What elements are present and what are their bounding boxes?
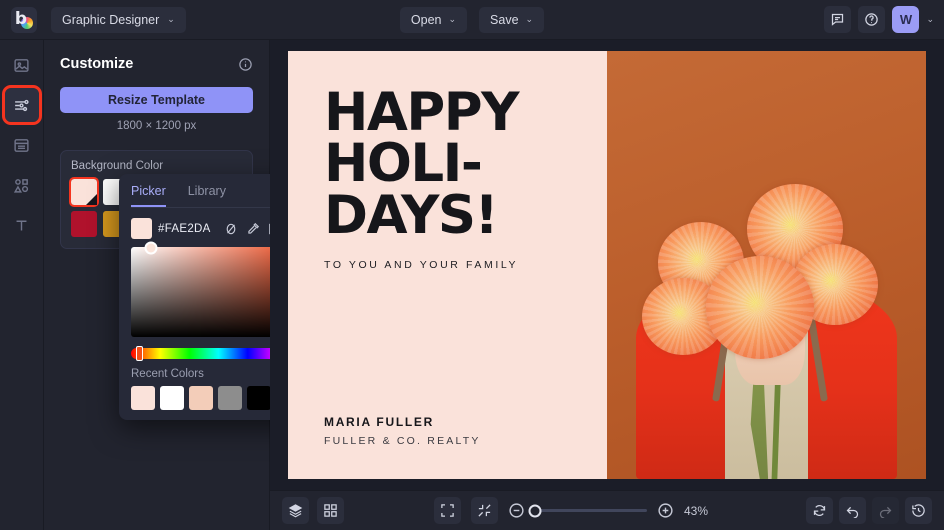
saturation-value-handle[interactable]	[144, 241, 158, 255]
hue-slider-handle[interactable]	[136, 346, 143, 361]
bottom-right-tools	[806, 497, 932, 524]
save-button[interactable]: Save ⌄	[479, 6, 545, 33]
undo-icon[interactable]	[839, 497, 866, 524]
signature-name: MARIA FULLER	[324, 415, 434, 429]
app-logo[interactable]: b	[11, 6, 37, 33]
top-bar: b Graphic Designer ⌄ Open ⌄ Save ⌄ W ⌄	[0, 0, 944, 40]
help-icon[interactable]	[858, 6, 886, 33]
swatch[interactable]	[71, 211, 97, 237]
canvas-area[interactable]: HAPPY HOLI- DAYS! TO YOU AND YOUR FAMILY…	[270, 40, 944, 490]
artboard-photo	[607, 51, 926, 479]
shrink-icon[interactable]	[471, 497, 498, 524]
avatar[interactable]: W	[892, 6, 920, 33]
sidebar-item-layouts[interactable]	[5, 128, 39, 162]
artboard[interactable]: HAPPY HOLI- DAYS! TO YOU AND YOUR FAMILY…	[288, 51, 926, 479]
swatch-corner-icon	[86, 194, 97, 205]
artboard-signature: MARIA FULLER FULLER & CO. REALTY	[324, 415, 481, 447]
save-label: Save	[490, 12, 519, 27]
logo-letter: b	[14, 8, 28, 29]
open-button[interactable]: Open ⌄	[399, 6, 468, 33]
info-icon[interactable]	[238, 57, 253, 72]
recent-color-swatch[interactable]	[160, 386, 184, 410]
account-chevron-down-icon[interactable]: ⌄	[926, 14, 934, 25]
center-actions: Open ⌄ Save ⌄	[387, 6, 557, 33]
artboard-headline: HAPPY HOLI- DAYS!	[324, 82, 607, 246]
chevron-down-icon: ⌄	[448, 14, 457, 24]
photo-flower	[705, 256, 815, 360]
headline-line-3: DAYS!	[324, 184, 499, 246]
swatch-selected[interactable]	[69, 177, 99, 207]
bottom-left-tools	[282, 497, 344, 524]
no-color-icon[interactable]	[221, 219, 240, 238]
artboard-subheading: TO YOU AND YOUR FAMILY	[324, 259, 519, 272]
open-label: Open	[410, 12, 442, 27]
zoom-slider[interactable]	[528, 504, 647, 517]
resize-template-label: Resize Template	[107, 93, 206, 107]
sidebar-item-shapes[interactable]	[5, 168, 39, 202]
tab-library[interactable]: Library	[188, 184, 226, 207]
sidebar-item-images[interactable]	[5, 48, 39, 82]
panel-header: Customize	[60, 56, 253, 72]
avatar-initial: W	[899, 12, 913, 27]
hex-input[interactable]: #FAE2DA	[158, 223, 211, 235]
zoom-slider-handle[interactable]	[528, 504, 542, 517]
recent-color-swatch[interactable]	[218, 386, 242, 410]
recent-color-swatch[interactable]	[131, 386, 155, 410]
zoom-in-icon[interactable]	[657, 502, 674, 519]
resize-template-button[interactable]: Resize Template	[60, 87, 253, 113]
layers-icon[interactable]	[282, 497, 309, 524]
background-color-label: Background Color	[71, 160, 164, 172]
top-right-actions: W ⌄	[824, 6, 934, 33]
left-rail	[0, 40, 44, 530]
document-title-dropdown[interactable]: Graphic Designer ⌄	[51, 6, 186, 33]
chat-icon[interactable]	[824, 6, 852, 33]
recent-color-swatch[interactable]	[247, 386, 271, 410]
fit-to-screen-icon[interactable]	[434, 497, 461, 524]
current-color-chip	[131, 218, 152, 239]
sidebar-item-text[interactable]	[5, 208, 39, 242]
refresh-icon[interactable]	[806, 497, 833, 524]
eyedropper-icon[interactable]	[243, 219, 262, 238]
page-title: Customize	[60, 56, 134, 72]
zoom-out-icon[interactable]	[508, 502, 525, 519]
zoom-percentage: 43%	[684, 503, 709, 518]
chevron-down-icon: ⌄	[167, 14, 175, 24]
grid-icon[interactable]	[317, 497, 344, 524]
redo-icon[interactable]	[872, 497, 899, 524]
signature-company: FULLER & CO. REALTY	[324, 435, 481, 447]
document-title-label: Graphic Designer	[62, 12, 160, 27]
bottom-bar: 43%	[270, 490, 944, 530]
tab-picker[interactable]: Picker	[131, 184, 166, 207]
history-icon[interactable]	[905, 497, 932, 524]
recent-color-swatch[interactable]	[189, 386, 213, 410]
headline-line-2: HOLI-	[324, 133, 483, 195]
zoom-controls: 43%	[434, 497, 716, 524]
template-dimensions: 1800 × 1200 px	[116, 120, 197, 132]
chevron-down-icon: ⌄	[525, 14, 534, 24]
sidebar-item-customize[interactable]	[1, 85, 42, 125]
artboard-text-side: HAPPY HOLI- DAYS! TO YOU AND YOUR FAMILY…	[288, 51, 607, 479]
headline-line-1: HAPPY	[324, 82, 519, 143]
